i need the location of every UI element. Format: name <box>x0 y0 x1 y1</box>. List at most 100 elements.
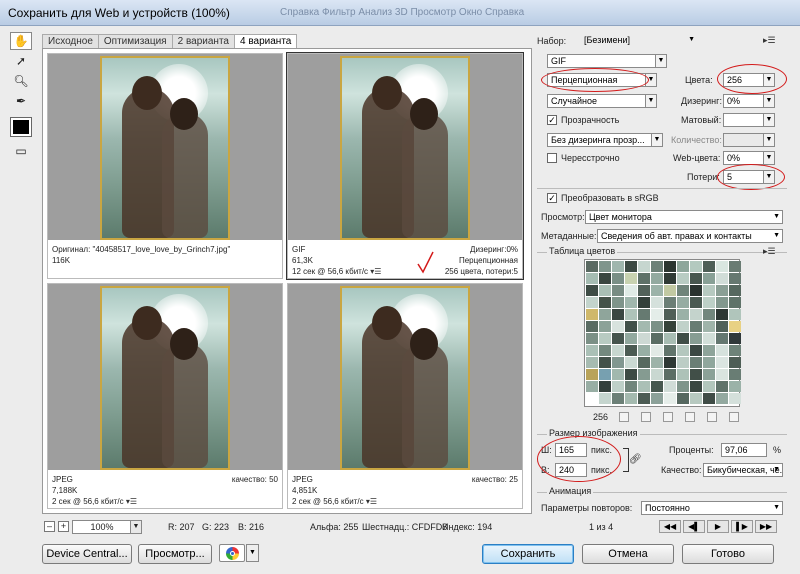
color-swatch[interactable] <box>651 345 663 356</box>
color-swatch[interactable] <box>677 273 689 284</box>
color-swatch[interactable] <box>690 345 702 356</box>
color-swatch[interactable] <box>703 261 715 272</box>
color-swatch[interactable] <box>651 285 663 296</box>
color-swatch[interactable] <box>599 261 611 272</box>
eyedropper-color-swatch[interactable] <box>10 117 32 137</box>
color-swatch[interactable] <box>690 333 702 344</box>
color-swatch[interactable] <box>677 381 689 392</box>
color-swatch[interactable] <box>703 273 715 284</box>
color-swatch[interactable] <box>703 321 715 332</box>
color-swatch[interactable] <box>599 273 611 284</box>
color-swatch[interactable] <box>638 285 650 296</box>
color-swatch[interactable] <box>690 309 702 320</box>
color-swatch[interactable] <box>729 381 741 392</box>
color-swatch[interactable] <box>729 297 741 308</box>
color-swatch[interactable] <box>586 297 598 308</box>
color-swatch[interactable] <box>638 309 650 320</box>
color-swatch[interactable] <box>677 333 689 344</box>
color-swatch[interactable] <box>612 321 624 332</box>
color-swatch[interactable] <box>599 333 611 344</box>
color-swatch[interactable] <box>586 333 598 344</box>
cancel-button[interactable]: Отмена <box>582 544 674 564</box>
color-swatch[interactable] <box>651 261 663 272</box>
color-swatch[interactable] <box>716 345 728 356</box>
color-swatch[interactable] <box>612 345 624 356</box>
color-swatch[interactable] <box>625 333 637 344</box>
transparency-dither-select[interactable]: Без дизеринга прозр... ▼ <box>547 133 663 147</box>
color-swatch[interactable] <box>729 321 741 332</box>
color-swatch[interactable] <box>586 321 598 332</box>
preview-profile-select[interactable]: Цвет монитора ▼ <box>585 210 783 224</box>
color-swatch[interactable] <box>612 357 624 368</box>
preset-select[interactable]: [Безимени] ▼ <box>581 34 697 48</box>
done-button[interactable]: Готово <box>682 544 774 564</box>
color-swatch[interactable] <box>664 261 676 272</box>
color-swatch[interactable] <box>729 333 741 344</box>
color-swatch[interactable] <box>690 297 702 308</box>
quality-select[interactable]: Бикубическая, че... ▼ <box>703 463 783 477</box>
preview-cell-gif[interactable]: GIF 61,3K 12 сек @ 56,6 кбит/с ▾☰ Дизери… <box>286 52 524 280</box>
color-swatch[interactable] <box>703 333 715 344</box>
color-swatch[interactable] <box>586 261 598 272</box>
last-frame-button[interactable]: ▶▶ <box>755 520 777 533</box>
color-swatch[interactable] <box>638 393 650 404</box>
color-swatch[interactable] <box>716 333 728 344</box>
tab-original[interactable]: Исходное <box>42 34 99 48</box>
color-swatch[interactable] <box>690 369 702 380</box>
optimize-menu-icon[interactable]: ▸☰ <box>763 35 776 46</box>
zoom-tool-icon[interactable]: 🔍︎ <box>10 72 32 90</box>
color-swatch[interactable] <box>677 285 689 296</box>
preview-cell-menu-icon[interactable]: ▾☰ <box>126 497 137 506</box>
preview-cell-menu-icon[interactable]: ▾☰ <box>370 267 381 276</box>
first-frame-button[interactable]: ◀◀ <box>659 520 681 533</box>
preview-cell-menu-icon[interactable]: ▾☰ <box>366 497 377 506</box>
color-swatch[interactable] <box>651 357 663 368</box>
color-swatch[interactable] <box>651 309 663 320</box>
color-swatch[interactable] <box>677 261 689 272</box>
next-frame-button[interactable]: ▌▶ <box>731 520 753 533</box>
color-swatch[interactable] <box>651 297 663 308</box>
color-swatch[interactable] <box>703 285 715 296</box>
color-swatch[interactable] <box>703 357 715 368</box>
color-swatch[interactable] <box>690 261 702 272</box>
color-swatch[interactable] <box>638 369 650 380</box>
color-swatch[interactable] <box>612 369 624 380</box>
metadata-select[interactable]: Сведения об авт. правах и контакты ▼ <box>597 229 783 243</box>
color-swatch[interactable] <box>729 369 741 380</box>
device-central-button[interactable]: Device Central... <box>42 544 132 564</box>
toggle-slices-icon[interactable]: ▭ <box>10 142 32 160</box>
color-swatch[interactable] <box>729 345 741 356</box>
color-swatch[interactable] <box>677 393 689 404</box>
color-swatch[interactable] <box>703 309 715 320</box>
new-color-icon[interactable] <box>707 412 717 422</box>
color-swatch[interactable] <box>625 393 637 404</box>
color-swatch[interactable] <box>651 369 663 380</box>
color-swatch[interactable] <box>599 285 611 296</box>
color-swatch[interactable] <box>716 273 728 284</box>
color-swatch[interactable] <box>612 393 624 404</box>
color-swatch[interactable] <box>612 285 624 296</box>
color-swatch[interactable] <box>664 381 676 392</box>
color-swatch[interactable] <box>612 381 624 392</box>
play-button[interactable]: ▶ <box>707 520 729 533</box>
browser-dropdown-icon[interactable]: ▼ <box>246 544 259 562</box>
color-swatch[interactable] <box>690 357 702 368</box>
color-swatch[interactable] <box>625 369 637 380</box>
tab-4-up[interactable]: 4 варианта <box>233 34 298 48</box>
color-swatch[interactable] <box>638 357 650 368</box>
color-swatch[interactable] <box>729 357 741 368</box>
dither-algorithm-select[interactable]: Случайное ▼ <box>547 94 657 108</box>
color-swatch[interactable] <box>664 345 676 356</box>
color-swatch[interactable] <box>612 309 624 320</box>
color-swatch[interactable] <box>677 297 689 308</box>
web-shift-icon[interactable] <box>641 412 651 422</box>
color-swatch[interactable] <box>586 393 598 404</box>
color-swatch[interactable] <box>638 333 650 344</box>
eyedropper-tool-icon[interactable]: ✒ <box>10 92 32 110</box>
hand-tool-icon[interactable]: ✋ <box>10 32 32 50</box>
color-table[interactable] <box>584 259 741 407</box>
zoom-out-button[interactable]: – <box>44 521 55 532</box>
color-swatch[interactable] <box>716 357 728 368</box>
color-swatch[interactable] <box>677 369 689 380</box>
color-swatch[interactable] <box>729 273 741 284</box>
